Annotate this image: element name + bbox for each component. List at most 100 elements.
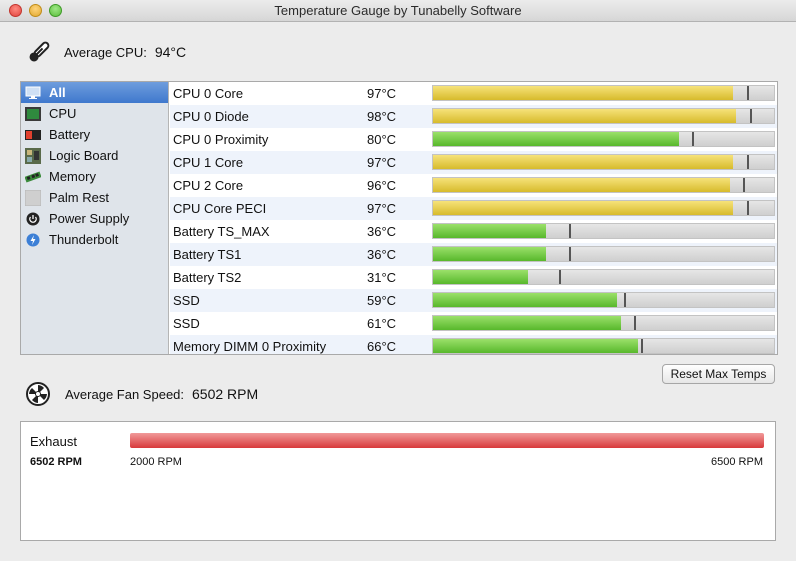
average-fan-value: 6502 RPM (192, 386, 259, 402)
temperature-fill (433, 339, 638, 353)
max-temp-marker (743, 178, 746, 192)
temperature-fill (433, 224, 546, 238)
window-title: Temperature Gauge by Tunabelly Software (274, 3, 522, 18)
sidebar-item-label: Logic Board (49, 148, 119, 163)
sidebar-item-cpu[interactable]: CPU (21, 103, 168, 124)
sensor-row[interactable]: CPU 0 Proximity 80°C (170, 128, 777, 151)
sidebar-item-power-supply[interactable]: Power Supply (21, 208, 168, 229)
temperature-bar (432, 246, 775, 262)
sensor-row[interactable]: CPU Core PECI 97°C (170, 197, 777, 220)
temperature-fill (433, 109, 737, 123)
max-temp-marker (746, 201, 749, 215)
fan-speed-fill (130, 433, 764, 448)
cpu-icon (25, 106, 41, 122)
sensor-row[interactable]: CPU 2 Core 96°C (170, 174, 777, 197)
sensor-temp: 36°C (367, 224, 397, 239)
max-temp-marker (634, 316, 637, 330)
thunderbolt-icon (25, 232, 41, 248)
sensor-temp: 98°C (367, 109, 397, 124)
temperature-fill (433, 178, 730, 192)
temperature-fill (433, 316, 621, 330)
temperature-bar (432, 108, 775, 124)
sidebar-item-logic-board[interactable]: Logic Board (21, 145, 168, 166)
sensor-name: CPU 0 Diode (173, 109, 249, 124)
sensor-name: CPU 0 Core (173, 86, 244, 101)
temperature-fill (433, 270, 529, 284)
logic-board-icon (25, 147, 41, 164)
sensor-temp: 97°C (367, 201, 397, 216)
reset-max-temps-button[interactable]: Reset Max Temps (662, 364, 775, 384)
sensor-temp: 31°C (367, 270, 397, 285)
fan-icon (26, 382, 50, 406)
sidebar-item-memory[interactable]: Memory (21, 166, 168, 187)
sensor-list: CPU 0 Core 97°C CPU 0 Diode 98°C CPU 0 Proxi… (170, 82, 777, 354)
sensor-name: Memory DIMM 0 Proximity (173, 339, 327, 354)
max-temp-marker (641, 339, 643, 353)
title-bar: Temperature Gauge by Tunabelly Software (0, 0, 796, 22)
sensor-temp: 59°C (367, 293, 397, 308)
power-icon (25, 211, 41, 227)
sensor-row[interactable]: SSD 59°C (170, 289, 777, 312)
sensor-row[interactable]: Battery TS_MAX 36°C (170, 220, 777, 243)
sidebar-item-all[interactable]: All (21, 82, 168, 103)
max-temp-marker (569, 247, 572, 261)
temperature-bar (432, 131, 775, 147)
sensor-temp: 96°C (367, 178, 397, 193)
sensor-row[interactable]: CPU 1 Core 97°C (170, 151, 777, 174)
palm-rest-icon (25, 189, 41, 206)
memory-icon (25, 169, 41, 185)
battery-icon (25, 127, 41, 143)
sidebar-item-label: Battery (49, 127, 91, 142)
sensor-row[interactable]: Memory DIMM 0 Proximity 66°C (170, 335, 777, 354)
average-cpu-label: Average CPU: (64, 44, 147, 60)
sidebar-item-palm-rest[interactable]: Palm Rest (21, 187, 168, 208)
minimize-window-button[interactable] (29, 4, 42, 17)
temperature-bar (432, 338, 775, 354)
sensor-temp: 61°C (367, 316, 397, 331)
fan-name: Exhaust (30, 434, 77, 449)
temperature-fill (433, 86, 734, 100)
temperature-bar (432, 200, 775, 216)
average-cpu-value: 94°C (154, 44, 187, 60)
sensor-category-sidebar: All CPU Battery Logic Board Memory Palm … (21, 82, 169, 354)
temperature-bar (432, 85, 775, 101)
max-temp-marker (569, 224, 572, 238)
zoom-window-button[interactable] (49, 4, 62, 17)
temperature-fill (433, 293, 618, 307)
max-temp-marker (746, 86, 749, 100)
max-temp-marker (746, 155, 749, 169)
fan-max-rpm: 6500 RPM (711, 456, 763, 468)
temperature-bar (432, 269, 775, 285)
sensor-row[interactable]: Battery TS2 31°C (170, 266, 777, 289)
sensor-temp: 97°C (367, 86, 397, 101)
temperature-bar (432, 177, 775, 193)
sensor-name: Battery TS2 (173, 270, 242, 285)
sidebar-item-battery[interactable]: Battery (21, 124, 168, 145)
sensor-panel: All CPU Battery Logic Board Memory Palm … (20, 81, 778, 355)
sensor-name: SSD (173, 316, 200, 331)
sensor-name: CPU 0 Proximity (173, 132, 269, 147)
sensor-row[interactable]: Battery TS1 36°C (170, 243, 777, 266)
sensor-row[interactable]: CPU 0 Diode 98°C (170, 105, 777, 128)
fan-min-rpm: 2000 RPM (130, 456, 182, 468)
average-cpu-row: Average CPU: 94°C (26, 38, 186, 66)
sensor-name: CPU Core PECI (173, 201, 267, 216)
sensor-name: Battery TS1 (173, 247, 242, 262)
max-temp-marker (692, 132, 695, 146)
temperature-fill (433, 155, 734, 169)
max-temp-marker (623, 293, 626, 307)
sidebar-item-label: Thunderbolt (49, 232, 119, 247)
temperature-fill (433, 132, 679, 146)
max-temp-marker (750, 109, 753, 123)
close-window-button[interactable] (9, 4, 22, 17)
temperature-fill (433, 201, 734, 215)
sidebar-item-label: CPU (49, 106, 77, 121)
sidebar-item-label: Palm Rest (49, 190, 109, 205)
sidebar-item-thunderbolt[interactable]: Thunderbolt (21, 229, 168, 250)
max-temp-marker (559, 270, 562, 284)
fan-speed-bar (130, 433, 764, 448)
sensor-name: Battery TS_MAX (173, 224, 270, 239)
sensor-row[interactable]: SSD 61°C (170, 312, 777, 335)
temperature-bar (432, 223, 775, 239)
sensor-row[interactable]: CPU 0 Core 97°C (170, 82, 777, 105)
